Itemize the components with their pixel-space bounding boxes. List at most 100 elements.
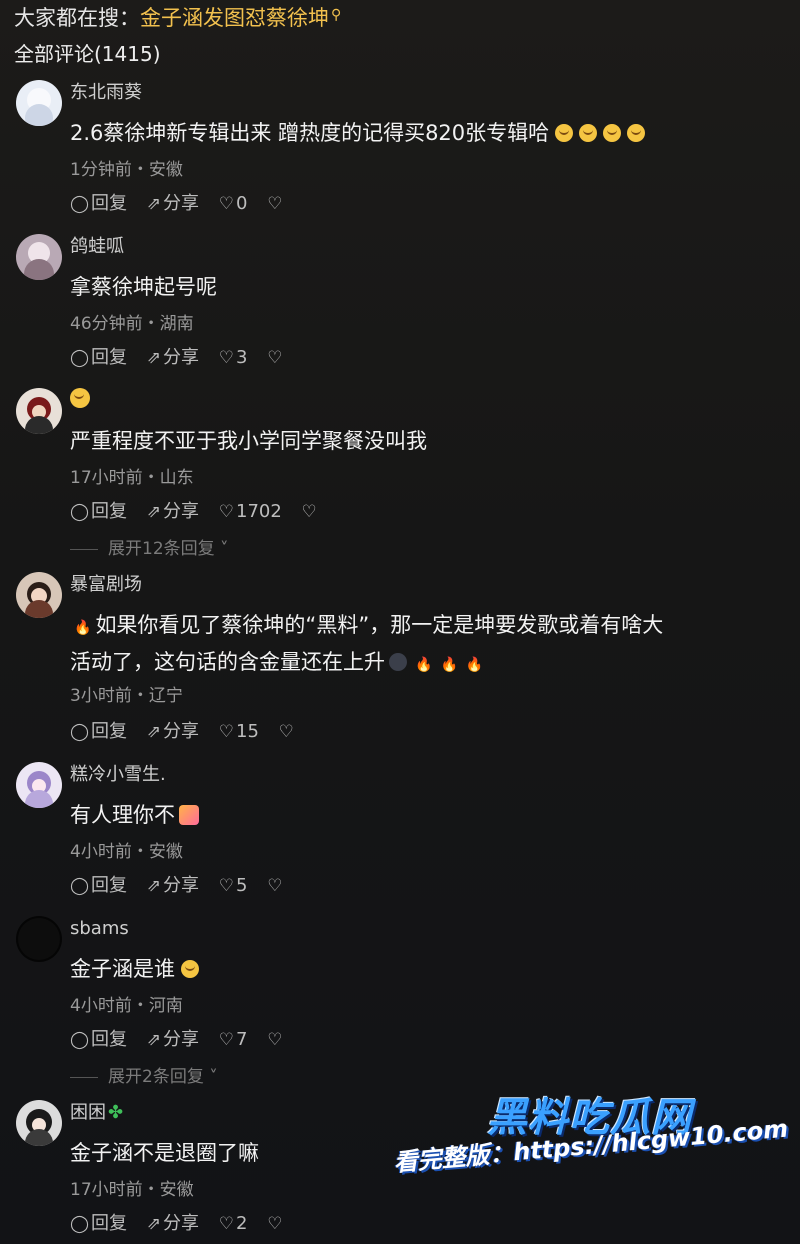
smirk-emoji-icon: [603, 124, 622, 142]
comment-actions: ◯ 回复 ⇗ 分享 ♡ 15 ♡: [70, 720, 310, 744]
comment-username[interactable]: 糕冷小雪生.: [70, 762, 166, 788]
avatar[interactable]: [16, 234, 62, 280]
avatar[interactable]: [16, 1100, 62, 1146]
comment-username[interactable]: 鸽蛙呱: [70, 234, 124, 260]
broken-heart-icon: ♡: [267, 194, 283, 214]
search-prefix: 大家都在搜：: [14, 6, 140, 30]
like-button[interactable]: ♡ 3: [219, 346, 248, 370]
comments-count-title: 全部评论(1415): [14, 42, 161, 66]
comment-actions: ◯ 回复 ⇗ 分享 ♡ 2 ♡: [70, 1212, 298, 1236]
comment-username[interactable]: 暴富剧场: [70, 572, 142, 598]
dislike-button[interactable]: ♡: [302, 500, 319, 524]
avatar[interactable]: [16, 762, 62, 808]
dislike-button[interactable]: ♡: [267, 874, 284, 898]
search-suggestion-bar[interactable]: 大家都在搜：金子涵发图怼蔡徐坤 ⚲: [14, 4, 341, 35]
broken-heart-icon: ♡: [267, 348, 283, 368]
dislike-button[interactable]: ♡: [279, 720, 296, 744]
smirk-emoji-icon: [627, 124, 646, 142]
reply-button[interactable]: ◯ 回复: [70, 192, 127, 216]
search-icon[interactable]: ⚲: [331, 7, 341, 23]
share-icon: ⇗: [146, 1214, 162, 1234]
dislike-button[interactable]: ♡: [267, 192, 284, 216]
like-button[interactable]: ♡ 7: [219, 1028, 248, 1052]
like-button[interactable]: ♡ 1702: [219, 500, 282, 524]
share-button[interactable]: ⇗ 分享: [147, 1028, 199, 1052]
avatar[interactable]: [16, 80, 62, 126]
fire-emoji-icon: 🔥: [415, 657, 433, 673]
broken-heart-icon: ♡: [267, 876, 283, 896]
share-button[interactable]: ⇗ 分享: [147, 874, 199, 898]
comment-meta: 17小时前・安徽: [70, 1180, 194, 1200]
fire-emoji-icon: 🔥: [440, 657, 458, 673]
smile-emoji-icon: [70, 388, 90, 408]
like-button[interactable]: ♡ 0: [219, 192, 248, 216]
comment-username[interactable]: 困困 ✤: [70, 1100, 123, 1126]
dislike-button[interactable]: ♡: [267, 1028, 284, 1052]
share-button[interactable]: ⇗ 分享: [147, 346, 199, 370]
fire-emoji-icon: 🔥: [74, 620, 92, 636]
comment-meta: 46分钟前・湖南: [70, 314, 194, 334]
dark-face-emoji-icon: [389, 653, 407, 671]
comment-text: 🔥 如果你看见了蔡徐坤的“黑料”，那一定是坤要发歌或着有啥大 活动了，这句话的含金量…: [70, 613, 664, 674]
like-button[interactable]: ♡ 5: [219, 874, 248, 898]
like-button[interactable]: ♡ 2: [219, 1212, 248, 1236]
reply-button[interactable]: ◯ 回复: [70, 346, 127, 370]
heart-icon: ♡: [218, 502, 234, 522]
comment-meta: 4小时前・河南: [70, 996, 183, 1016]
divider: [70, 548, 98, 550]
comment-text: 严重程度不亚于我小学同学聚餐没叫我: [70, 429, 427, 453]
share-button[interactable]: ⇗ 分享: [147, 1212, 199, 1236]
share-icon: ⇗: [146, 876, 162, 896]
reply-button[interactable]: ◯ 回复: [70, 1212, 127, 1236]
share-button[interactable]: ⇗ 分享: [147, 500, 199, 524]
dislike-button[interactable]: ♡: [267, 1212, 284, 1236]
reply-button[interactable]: ◯ 回复: [70, 720, 127, 744]
broken-heart-icon: ♡: [278, 722, 294, 742]
heart-icon: ♡: [218, 722, 234, 742]
comment-actions: ◯ 回复 ⇗ 分享 ♡ 3 ♡: [70, 346, 298, 370]
broken-heart-icon: ♡: [267, 1214, 283, 1234]
like-button[interactable]: ♡ 15: [219, 720, 259, 744]
reply-icon: ◯: [70, 722, 90, 742]
watermark: 黑料吃瓜网 看完整版：https://hlcgw10.com: [392, 1085, 792, 1235]
laughing-emoji-icon: [181, 960, 199, 978]
avatar[interactable]: [16, 388, 62, 434]
comment-meta: 4小时前・安徽: [70, 842, 183, 862]
fire-emoji-icon: 🔥: [465, 657, 484, 673]
expand-replies-button[interactable]: 展开12条回复 ˅: [70, 537, 229, 561]
reply-icon: ◯: [70, 194, 90, 214]
avatar[interactable]: [16, 916, 62, 962]
share-button[interactable]: ⇗ 分享: [147, 192, 199, 216]
reply-button[interactable]: ◯ 回复: [70, 500, 127, 524]
reply-icon: ◯: [70, 1214, 90, 1234]
comment-text: 2.6蔡徐坤新专辑出来 蹭热度的记得买820张专辑哈: [70, 116, 785, 150]
share-button[interactable]: ⇗ 分享: [147, 720, 199, 744]
heart-icon: ♡: [218, 348, 234, 368]
comment-actions: ◯ 回复 ⇗ 分享 ♡ 1702 ♡: [70, 500, 333, 524]
people-emoji-icon: [179, 805, 199, 825]
reply-button[interactable]: ◯ 回复: [70, 874, 127, 898]
comment-username[interactable]: [70, 388, 90, 414]
heart-icon: ♡: [218, 194, 234, 214]
comment-text: 金子涵是谁: [70, 952, 785, 986]
reply-icon: ◯: [70, 1030, 90, 1050]
divider: [70, 1076, 98, 1078]
comment-username[interactable]: sbams: [70, 916, 129, 942]
comment-meta: 1分钟前・安徽: [70, 160, 183, 180]
search-keyword[interactable]: 金子涵发图怼蔡徐坤: [140, 6, 329, 30]
comment-text: 拿蔡徐坤起号呢: [70, 275, 217, 299]
expand-replies-button[interactable]: 展开2条回复 ˅: [70, 1065, 218, 1089]
comment-username[interactable]: 东北雨葵: [70, 80, 142, 106]
reply-icon: ◯: [70, 876, 90, 896]
heart-icon: ♡: [218, 1214, 234, 1234]
heart-icon: ♡: [218, 876, 234, 896]
reply-icon: ◯: [70, 348, 90, 368]
avatar[interactable]: [16, 572, 62, 618]
comment-actions: ◯ 回复 ⇗ 分享 ♡ 0 ♡: [70, 192, 298, 216]
reply-button[interactable]: ◯ 回复: [70, 1028, 127, 1052]
comment-text: 有人理你不: [70, 798, 785, 832]
chevron-down-icon: ˅: [203, 1067, 218, 1087]
dislike-button[interactable]: ♡: [267, 346, 284, 370]
share-icon: ⇗: [146, 194, 162, 214]
broken-heart-icon: ♡: [301, 502, 317, 522]
